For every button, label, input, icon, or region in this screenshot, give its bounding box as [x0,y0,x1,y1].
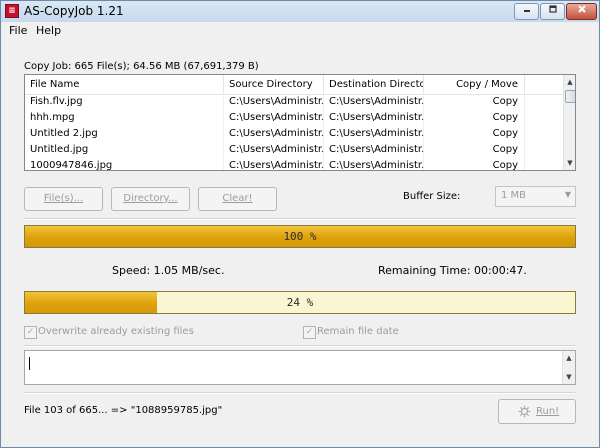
file-list[interactable]: File Name Source Directory Destination D… [24,74,576,171]
chevron-down-icon: ▼ [564,190,571,199]
table-row[interactable]: Untitled 2.jpg C:\Users\Administr... C:\… [25,126,563,142]
table-row[interactable]: hhh.mpg C:\Users\Administr... C:\Users\A… [25,110,563,126]
cell-file-name: 1000947846.jpg [25,158,224,170]
column-header-destination-directory[interactable]: Destination Directo... [324,75,424,94]
cell-source-directory: C:\Users\Administr... [224,126,324,142]
menu-help[interactable]: Help [36,24,61,37]
restore-icon [548,5,557,13]
cell-destination-directory: C:\Users\Administr... [324,94,424,110]
file-list-scrollbar[interactable]: ▲ ▼ [563,75,575,170]
copy-job-summary: Copy Job: 665 File(s); 64.56 MB (67,691,… [24,61,259,72]
cell-copy-move: Copy [424,126,525,142]
cell-destination-directory: C:\Users\Administr... [324,126,424,142]
log-textarea[interactable]: ▲ ▼ [24,350,576,385]
maximize-button[interactable] [540,3,565,20]
file-progress-bar: 24 % [24,291,576,314]
cell-file-name: Untitled 2.jpg [25,126,224,142]
cell-file-name: Untitled.jpg [25,142,224,158]
title-bar[interactable]: ≡ AS-CopyJob 1.21 [1,1,599,22]
remain-file-date-checkbox[interactable]: ✓ Remain file date [303,326,453,339]
minimize-icon [523,10,530,12]
close-button[interactable] [566,3,597,20]
divider [24,345,576,347]
scroll-up-arrow-icon[interactable]: ▲ [565,76,575,88]
cell-file-name: Fish.flv.jpg [25,94,224,110]
cell-destination-directory: C:\Users\Administr... [324,110,424,126]
divider [24,392,576,394]
add-directory-button[interactable]: Directory... [111,187,190,211]
window-title: AS-CopyJob 1.21 [24,4,124,18]
cell-file-name: hhh.mpg [25,110,224,126]
cell-copy-move: Copy [424,94,525,110]
column-header-source-directory[interactable]: Source Directory [224,75,324,94]
clear-button[interactable]: Clear! [198,187,277,211]
transfer-speed: Speed: 1.05 MB/sec. [112,264,225,277]
checkmark-icon: ✓ [303,326,316,339]
scroll-down-arrow-icon[interactable]: ▼ [564,371,574,383]
cell-source-directory: C:\Users\Administr... [224,94,324,110]
menu-file[interactable]: File [9,24,27,37]
cell-copy-move: Copy [424,110,525,126]
divider [24,218,576,220]
file-progress-label: 24 % [286,296,314,309]
gear-icon [518,405,531,418]
close-icon [577,5,586,13]
minimize-button[interactable] [514,3,539,20]
cell-spare [525,126,563,142]
add-files-button[interactable]: File(s)... [24,187,103,211]
cell-source-directory: C:\Users\Administr... [224,142,324,158]
column-header-spare [525,75,563,94]
column-header-file-name[interactable]: File Name [25,75,224,94]
table-row[interactable]: Untitled.jpg C:\Users\Administr... C:\Us… [25,142,563,158]
buffer-size-value: 1 MB [501,190,527,201]
total-progress-bar: 100 % [24,225,576,248]
total-progress-label: 100 % [283,230,317,243]
run-button[interactable]: Run! [498,399,576,424]
cell-spare [525,142,563,158]
overwrite-checkbox[interactable]: ✓ Overwrite already existing files [24,326,224,339]
menu-bar: File Help [1,22,599,39]
log-scrollbar[interactable]: ▲ ▼ [562,351,575,384]
cell-copy-move: Copy [424,142,525,158]
cell-source-directory: C:\Users\Administr... [224,110,324,126]
cell-destination-directory: C:\Users\Administr... [324,158,424,170]
checkmark-icon: ✓ [24,326,37,339]
cell-spare [525,158,563,170]
scroll-down-arrow-icon[interactable]: ▼ [565,157,575,169]
text-caret [29,357,30,370]
buffer-size-label: Buffer Size: [403,191,461,202]
cell-source-directory: C:\Users\Administr... [224,158,324,170]
cell-spare [525,94,563,110]
status-text: File 103 of 665... => "1088959785.jpg" [24,405,223,416]
overwrite-label: Overwrite already existing files [38,326,194,337]
cell-destination-directory: C:\Users\Administr... [324,142,424,158]
remaining-time: Remaining Time: 00:00:47. [378,264,527,277]
column-header-copy-move[interactable]: Copy / Move [424,75,525,94]
remain-file-date-label: Remain file date [317,326,399,337]
scroll-thumb[interactable] [565,90,575,103]
table-row[interactable]: 1000947846.jpg C:\Users\Administr... C:\… [25,158,563,170]
buffer-size-select[interactable]: 1 MB ▼ [495,186,576,207]
file-list-header: File Name Source Directory Destination D… [25,75,563,95]
cell-copy-move: Copy [424,158,525,170]
app-window: ≡ AS-CopyJob 1.21 File Help Copy Job: 66… [0,0,600,448]
table-row[interactable]: Fish.flv.jpg C:\Users\Administr... C:\Us… [25,94,563,110]
app-icon[interactable]: ≡ [5,4,19,18]
scroll-up-arrow-icon[interactable]: ▲ [564,352,574,364]
run-button-label: Run! [536,406,560,417]
cell-spare [525,110,563,126]
